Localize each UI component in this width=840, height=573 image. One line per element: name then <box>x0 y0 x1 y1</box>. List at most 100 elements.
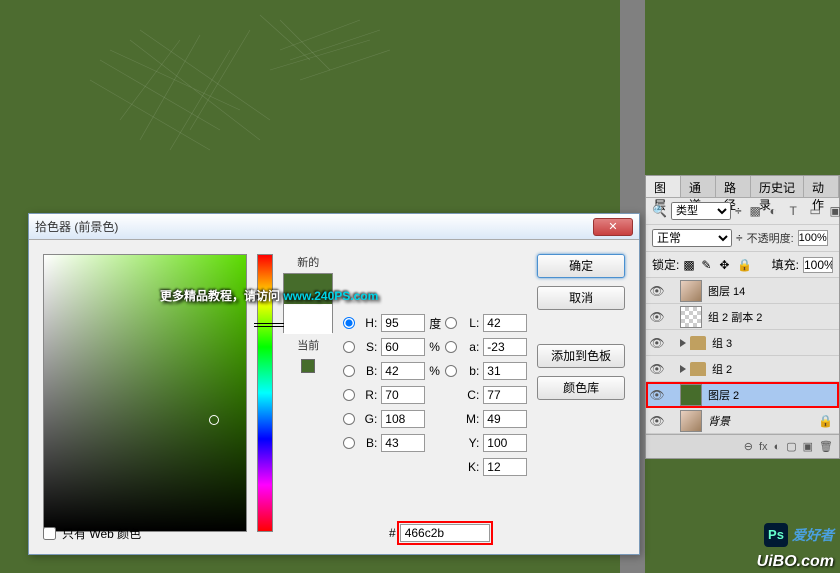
m-label: M: <box>461 412 479 426</box>
layer-row[interactable]: 👁 组 3 <box>646 330 839 356</box>
layers-panel: 图层 通道 路径 历史记录 动作 🔍 类型 ÷ ▩ ◐ T ▭ ▣ 正常 ÷ 不… <box>645 175 840 459</box>
visibility-icon[interactable]: 👁 <box>646 310 668 324</box>
color-library-button[interactable]: 颜色库 <box>537 376 625 400</box>
layer-thumbnail[interactable] <box>680 280 702 302</box>
visibility-icon[interactable]: 👁 <box>646 362 668 376</box>
add-swatch-button[interactable]: 添加到色板 <box>537 344 625 368</box>
layer-name[interactable]: 图层 2 <box>708 387 739 403</box>
delete-layer-icon[interactable]: 🗑 <box>819 440 833 453</box>
lock-pixels-icon[interactable]: ✎ <box>701 258 715 272</box>
tab-actions[interactable]: 动作 <box>804 176 839 197</box>
color-cursor[interactable] <box>209 415 219 425</box>
uibo-watermark: UiBO.com <box>757 553 834 571</box>
cancel-button[interactable]: 取消 <box>537 286 625 310</box>
layer-row[interactable]: 👁 组 2 副本 2 <box>646 304 839 330</box>
folder-icon <box>690 336 706 350</box>
layer-row[interactable]: 👁 组 2 <box>646 356 839 382</box>
m-input[interactable] <box>483 410 527 428</box>
close-button[interactable]: ✕ <box>593 218 633 236</box>
lock-all-icon[interactable]: 🔒 <box>737 258 751 272</box>
fx-icon[interactable]: fx <box>759 441 768 453</box>
lock-position-icon[interactable]: ✥ <box>719 258 733 272</box>
s-unit: % <box>429 340 445 354</box>
adjustment-icon[interactable]: ▢ <box>786 440 796 453</box>
k-input[interactable] <box>483 458 527 476</box>
lab-b-radio[interactable] <box>445 365 457 377</box>
tab-paths[interactable]: 路径 <box>716 176 751 197</box>
filter-type-icon[interactable]: T <box>790 204 804 218</box>
link-layers-icon[interactable]: ⊖ <box>744 440 753 453</box>
a-radio[interactable] <box>445 341 457 353</box>
g-radio[interactable] <box>343 413 355 425</box>
filter-adjust-icon[interactable]: ◐ <box>770 204 784 218</box>
visibility-icon[interactable]: 👁 <box>646 388 668 402</box>
current-color-swatch <box>284 304 332 334</box>
b-radio[interactable] <box>343 365 355 377</box>
r-label: R: <box>359 388 377 402</box>
layer-row-selected[interactable]: 👁 图层 2 <box>646 382 839 408</box>
s-input[interactable] <box>381 338 425 356</box>
r-radio[interactable] <box>343 389 355 401</box>
filter-pixel-icon[interactable]: ▩ <box>750 204 764 218</box>
mask-icon[interactable]: ◐ <box>774 441 781 453</box>
search-icon: 🔍 <box>652 204 667 218</box>
h-input[interactable] <box>381 314 425 332</box>
fill-input[interactable] <box>803 257 833 273</box>
ps-logo: Ps <box>764 523 788 547</box>
layer-name[interactable]: 图层 14 <box>708 283 745 299</box>
filter-smart-icon[interactable]: ▣ <box>830 204 840 218</box>
l-input[interactable] <box>483 314 527 332</box>
folder-icon <box>690 362 706 376</box>
layer-row[interactable]: 👁 图层 14 <box>646 278 839 304</box>
visibility-icon[interactable]: 👁 <box>646 414 668 428</box>
layer-name[interactable]: 组 3 <box>712 335 732 351</box>
rgb-b-label: B: <box>359 436 377 450</box>
g-input[interactable] <box>381 410 425 428</box>
buttons-column: 确定 取消 添加到色板 颜色库 <box>537 254 625 532</box>
h-radio[interactable] <box>343 317 355 329</box>
expand-triangle-icon[interactable] <box>680 339 686 347</box>
y-input[interactable] <box>483 434 527 452</box>
lock-transparent-icon[interactable]: ▩ <box>683 258 697 272</box>
visibility-icon[interactable]: 👁 <box>646 336 668 350</box>
h-label: H: <box>359 316 377 330</box>
opacity-input[interactable] <box>798 230 828 246</box>
a2-input[interactable] <box>483 338 527 356</box>
titlebar[interactable]: 拾色器 (前景色) ✕ <box>29 214 639 240</box>
lock-label: 锁定: <box>652 256 679 273</box>
layer-name[interactable]: 背景 <box>708 413 730 429</box>
ok-button[interactable]: 确定 <box>537 254 625 278</box>
layer-thumbnail[interactable] <box>680 410 702 432</box>
b-input[interactable] <box>381 362 425 380</box>
corner-logo-row: Ps 爱好者 <box>764 523 834 547</box>
s-radio[interactable] <box>343 341 355 353</box>
rgb-b-input[interactable] <box>381 434 425 452</box>
tab-channels[interactable]: 通道 <box>681 176 716 197</box>
layer-thumbnail[interactable] <box>680 306 702 328</box>
visibility-icon[interactable]: 👁 <box>646 284 668 298</box>
layer-row[interactable]: 👁 背景 🔒 <box>646 408 839 434</box>
tab-history[interactable]: 历史记录 <box>751 176 804 197</box>
filter-shape-icon[interactable]: ▭ <box>810 204 824 218</box>
hue-indicator[interactable] <box>254 323 284 327</box>
current-label: 当前 <box>283 337 333 353</box>
layer-name[interactable]: 组 2 副本 2 <box>708 309 762 325</box>
c-input[interactable] <box>483 386 527 404</box>
r-input[interactable] <box>381 386 425 404</box>
warning-swatch[interactable] <box>301 359 315 373</box>
h-unit: 度 <box>429 315 445 332</box>
layer-name[interactable]: 组 2 <box>712 361 732 377</box>
lab-b-label: b: <box>461 364 479 378</box>
rgb-b-radio[interactable] <box>343 437 355 449</box>
k-label: K: <box>461 460 479 474</box>
lab-b-input[interactable] <box>483 362 527 380</box>
filter-type-select[interactable]: 类型 <box>671 202 731 220</box>
new-layer-icon[interactable]: ▣ <box>803 440 813 453</box>
hex-input[interactable] <box>400 524 490 542</box>
layer-thumbnail[interactable] <box>680 384 702 406</box>
l-radio[interactable] <box>445 317 457 329</box>
tab-layers[interactable]: 图层 <box>646 176 681 197</box>
expand-triangle-icon[interactable] <box>680 365 686 373</box>
blend-mode-select[interactable]: 正常 <box>652 229 732 247</box>
web-only-checkbox[interactable] <box>43 527 56 540</box>
